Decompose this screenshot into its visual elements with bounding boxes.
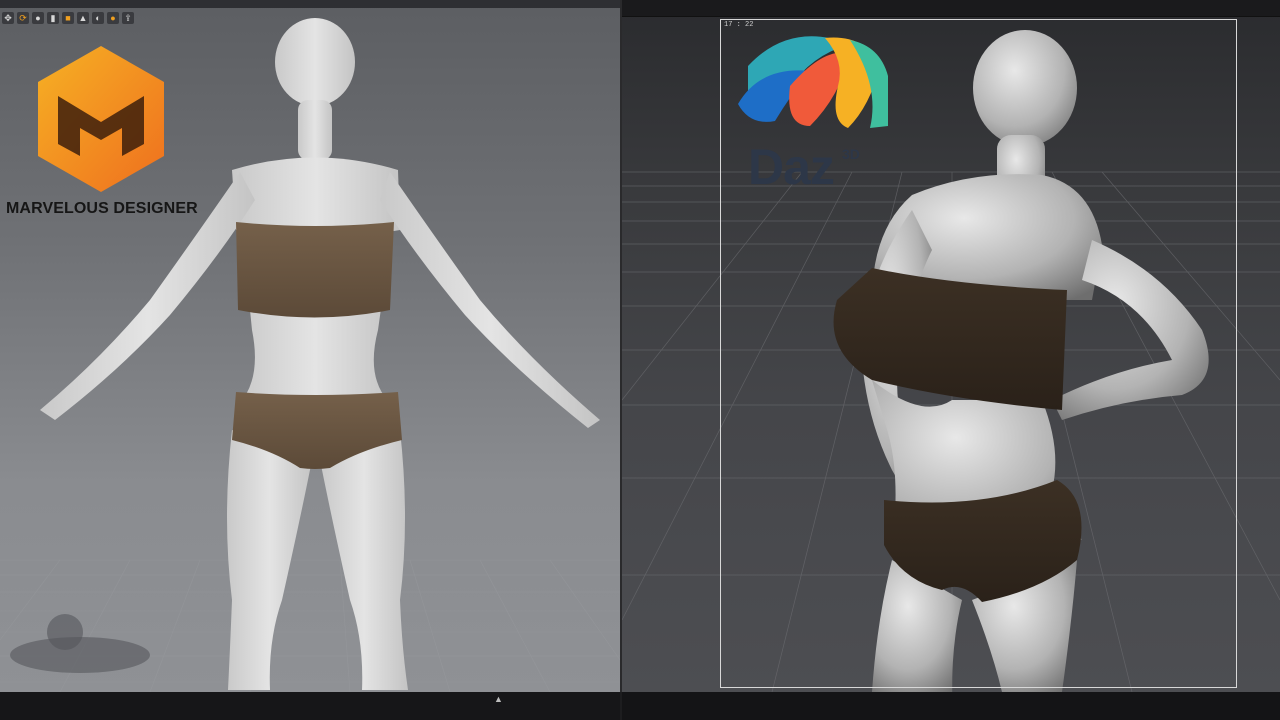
md-bottom-bar [0, 692, 620, 720]
collapse-arrow-icon[interactable]: ▲ [494, 694, 503, 704]
md-viewport[interactable]: ✥ ⟳ ● ▮ ■ ▲ ◐ ● ⇪ MARVELOUS DESIGNER [0, 0, 622, 692]
md-tube-top [236, 222, 394, 318]
marvelous-designer-logo-icon [38, 46, 164, 192]
daz-logo-superscript: 3D [842, 146, 860, 162]
md-logo-text: MARVELOUS DESIGNER [6, 200, 198, 217]
daz-viewport[interactable]: 17 : 22 [622, 0, 1280, 692]
avatar-shadow [10, 637, 150, 673]
daz-bottom-bar [622, 692, 1280, 720]
daz-logo-text: Daz [748, 139, 835, 195]
daz-logo-icon [738, 36, 888, 128]
